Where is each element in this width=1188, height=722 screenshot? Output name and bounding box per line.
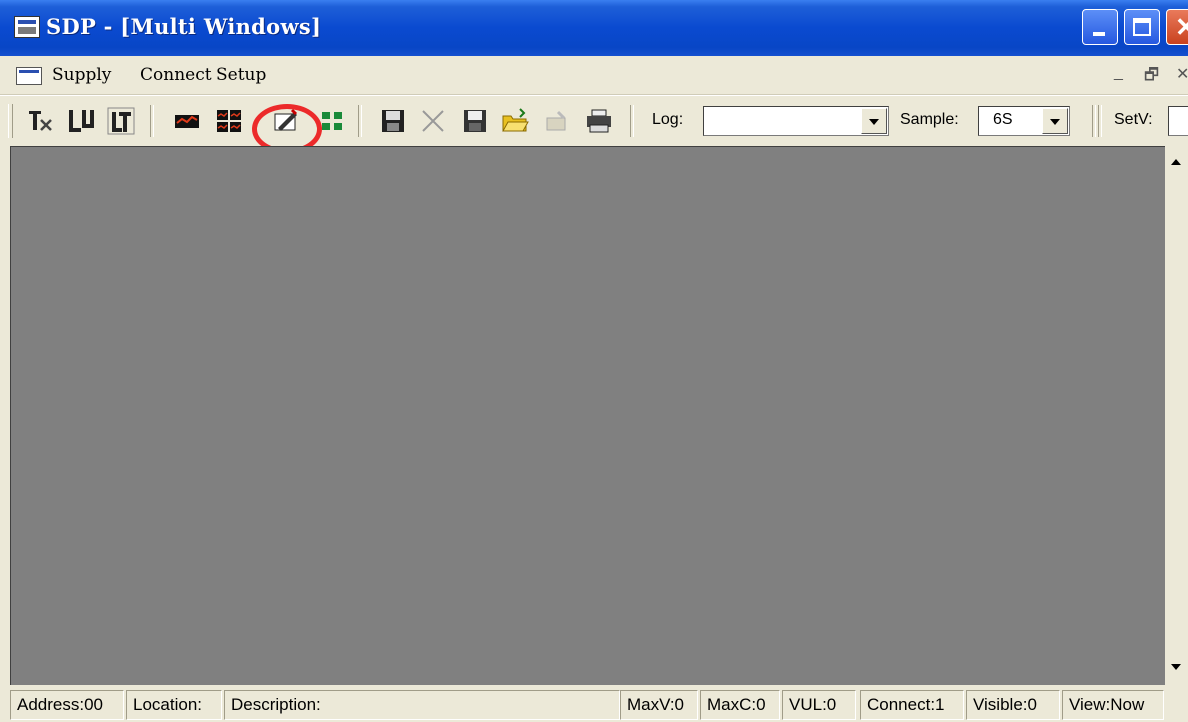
toolbar-separator — [1092, 105, 1096, 137]
menu-bar: Supply Connect Setup _ 🗗 ✕ — [0, 56, 1188, 95]
title-bar[interactable]: SDP - [Multi Windows] ✕ — [0, 0, 1188, 56]
lu-icon[interactable] — [66, 106, 96, 136]
log-label: Log: — [652, 111, 684, 128]
tiles-icon[interactable] — [318, 106, 348, 136]
window-title: SDP - [Multi Windows] — [46, 14, 322, 39]
sample-label: Sample: — [900, 111, 959, 128]
save-as-icon[interactable] — [460, 106, 490, 136]
close-icon: ✕ — [1175, 12, 1188, 42]
lt-icon[interactable] — [106, 106, 136, 136]
status-location: Location: — [126, 690, 222, 720]
app-icon[interactable] — [14, 16, 40, 38]
chevron-down-icon[interactable] — [1042, 108, 1068, 134]
chart-icon[interactable] — [172, 106, 202, 136]
status-address: Address:00 — [10, 690, 124, 720]
vertical-scrollbar[interactable] — [1165, 146, 1188, 684]
print-icon[interactable] — [584, 106, 614, 136]
toolbar-separator — [630, 105, 634, 137]
status-vul: VUL:0 — [782, 690, 856, 720]
sample-combo[interactable]: 6S — [978, 106, 1070, 136]
status-maxv: MaxV:0 — [620, 690, 698, 720]
log-combo[interactable] — [703, 106, 889, 136]
toolbar: Log: Sample: 6S SetV: — [0, 95, 1188, 146]
chevron-down-icon[interactable] — [861, 108, 887, 134]
minimize-icon — [1093, 32, 1105, 36]
export-icon[interactable] — [542, 106, 572, 136]
menu-supply[interactable]: Supply — [52, 65, 111, 85]
status-visible: Visible:0 — [966, 690, 1060, 720]
save-icon[interactable] — [378, 106, 408, 136]
status-maxc: MaxC:0 — [700, 690, 780, 720]
setv-label: SetV: — [1114, 111, 1153, 128]
tx-icon[interactable] — [26, 106, 56, 136]
mdi-client-area[interactable] — [10, 146, 1165, 685]
toolbar-separator — [1098, 105, 1102, 137]
toolbar-separator — [358, 105, 362, 137]
close-button[interactable]: ✕ — [1166, 9, 1188, 45]
scroll-up-icon[interactable] — [1165, 152, 1188, 174]
mdi-minimize-icon[interactable]: _ — [1114, 64, 1123, 82]
maximize-icon — [1133, 18, 1151, 36]
status-bar: Address:00 Location: Description: MaxV:0… — [0, 686, 1188, 722]
status-view: View:Now — [1062, 690, 1164, 720]
status-description: Description: — [224, 690, 620, 720]
minimize-button[interactable] — [1082, 9, 1118, 45]
menu-setup[interactable]: Setup — [216, 65, 266, 85]
maximize-button[interactable] — [1124, 9, 1160, 45]
grid-icon[interactable] — [214, 106, 244, 136]
scroll-down-icon[interactable] — [1165, 656, 1188, 678]
mdi-close-icon[interactable]: ✕ — [1176, 64, 1188, 84]
toolbar-grip[interactable] — [8, 104, 13, 138]
mdi-child-icon[interactable] — [16, 67, 42, 85]
status-connect: Connect:1 — [860, 690, 964, 720]
toolbar-separator — [150, 105, 154, 137]
menu-connect[interactable]: Connect — [140, 65, 212, 85]
mdi-restore-icon[interactable]: 🗗 — [1144, 64, 1159, 91]
sample-value: 6S — [993, 111, 1013, 128]
delete-icon[interactable] — [418, 106, 448, 136]
setv-input[interactable] — [1168, 106, 1188, 136]
open-folder-icon[interactable] — [500, 106, 530, 136]
